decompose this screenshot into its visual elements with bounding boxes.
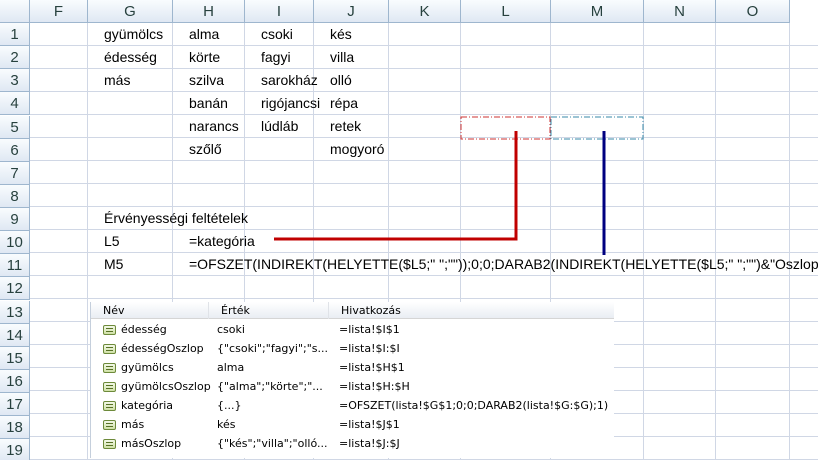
name-manager-row[interactable]: gyümölcs alma =lista!$H$1 bbox=[91, 359, 614, 377]
reference-cell: =lista!$J:$J bbox=[339, 437, 400, 450]
name-manager-row[interactable]: más kés =lista!$J$1 bbox=[91, 416, 614, 434]
name-cell: kategória bbox=[121, 399, 174, 412]
name-cell: édességOszlop bbox=[121, 342, 204, 355]
reference-cell: =lista!$I$1 bbox=[339, 323, 400, 336]
header-name[interactable]: Név bbox=[91, 302, 209, 319]
name-cell: másOszlop bbox=[121, 437, 182, 450]
name-manager-row[interactable]: másOszlop {"kés";"villa";"olló... =lista!$… bbox=[91, 435, 614, 453]
reference-cell: =lista!$H$1 bbox=[339, 361, 405, 374]
value-cell: alma bbox=[217, 361, 245, 374]
named-range-icon bbox=[103, 382, 116, 392]
red-arrow-line bbox=[274, 131, 518, 241]
header-reference[interactable]: Hivatkozás bbox=[329, 302, 614, 319]
reference-cell: =OFSZET(lista!$G$1;0;0;DARAB2(lista!$G:$… bbox=[339, 399, 609, 412]
name-manager-row[interactable]: édesség csoki =lista!$I$1 bbox=[91, 321, 614, 339]
value-cell: {"csoki";"fagyi";"s... bbox=[217, 342, 329, 355]
value-cell: kés bbox=[217, 418, 236, 431]
value-cell: {...} bbox=[217, 399, 242, 412]
reference-cell: =lista!$H:$H bbox=[339, 380, 410, 393]
named-range-icon bbox=[103, 344, 116, 354]
reference-cell: =lista!$J$1 bbox=[339, 418, 400, 431]
name-manager-row[interactable]: kategória {...} =OFSZET(lista!$G$1;0;0;DAR… bbox=[91, 397, 614, 415]
name-manager-row[interactable]: édességOszlop {"csoki";"fagyi";"s... =list… bbox=[91, 340, 614, 358]
name-cell: más bbox=[121, 418, 145, 431]
reference-cell: =lista!$I:$I bbox=[339, 342, 400, 355]
cell-m5-selection-outline bbox=[550, 116, 644, 140]
value-cell: {"alma";"körte";"... bbox=[217, 380, 323, 393]
name-manager-row[interactable]: gyümölcsOszlop {"alma";"körte";"... =lista… bbox=[91, 378, 614, 396]
named-range-icon bbox=[103, 363, 116, 373]
named-range-icon bbox=[103, 401, 116, 411]
name-cell: gyümölcsOszlop bbox=[121, 380, 211, 393]
spreadsheet-grid[interactable]: F G H I J K L M N O 1 2 3 4 5 6 7 8 9 10 11 12 13 14 15 16 17 18 19 … bbox=[0, 0, 818, 460]
named-range-icon bbox=[103, 420, 116, 430]
value-cell: {"kés";"villa";"olló... bbox=[217, 437, 328, 450]
name-manager-list[interactable]: Név Érték Hivatkozás édesség csoki =lista!… bbox=[90, 302, 614, 458]
value-cell: csoki bbox=[217, 323, 245, 336]
named-range-icon bbox=[103, 439, 116, 449]
cell-l5-selection-outline bbox=[460, 116, 551, 140]
name-cell: édesség bbox=[121, 323, 167, 336]
named-range-icon bbox=[103, 325, 116, 335]
name-cell: gyümölcs bbox=[121, 361, 174, 374]
header-value[interactable]: Érték bbox=[209, 302, 329, 319]
name-manager-header: Név Érték Hivatkozás bbox=[91, 302, 614, 319]
